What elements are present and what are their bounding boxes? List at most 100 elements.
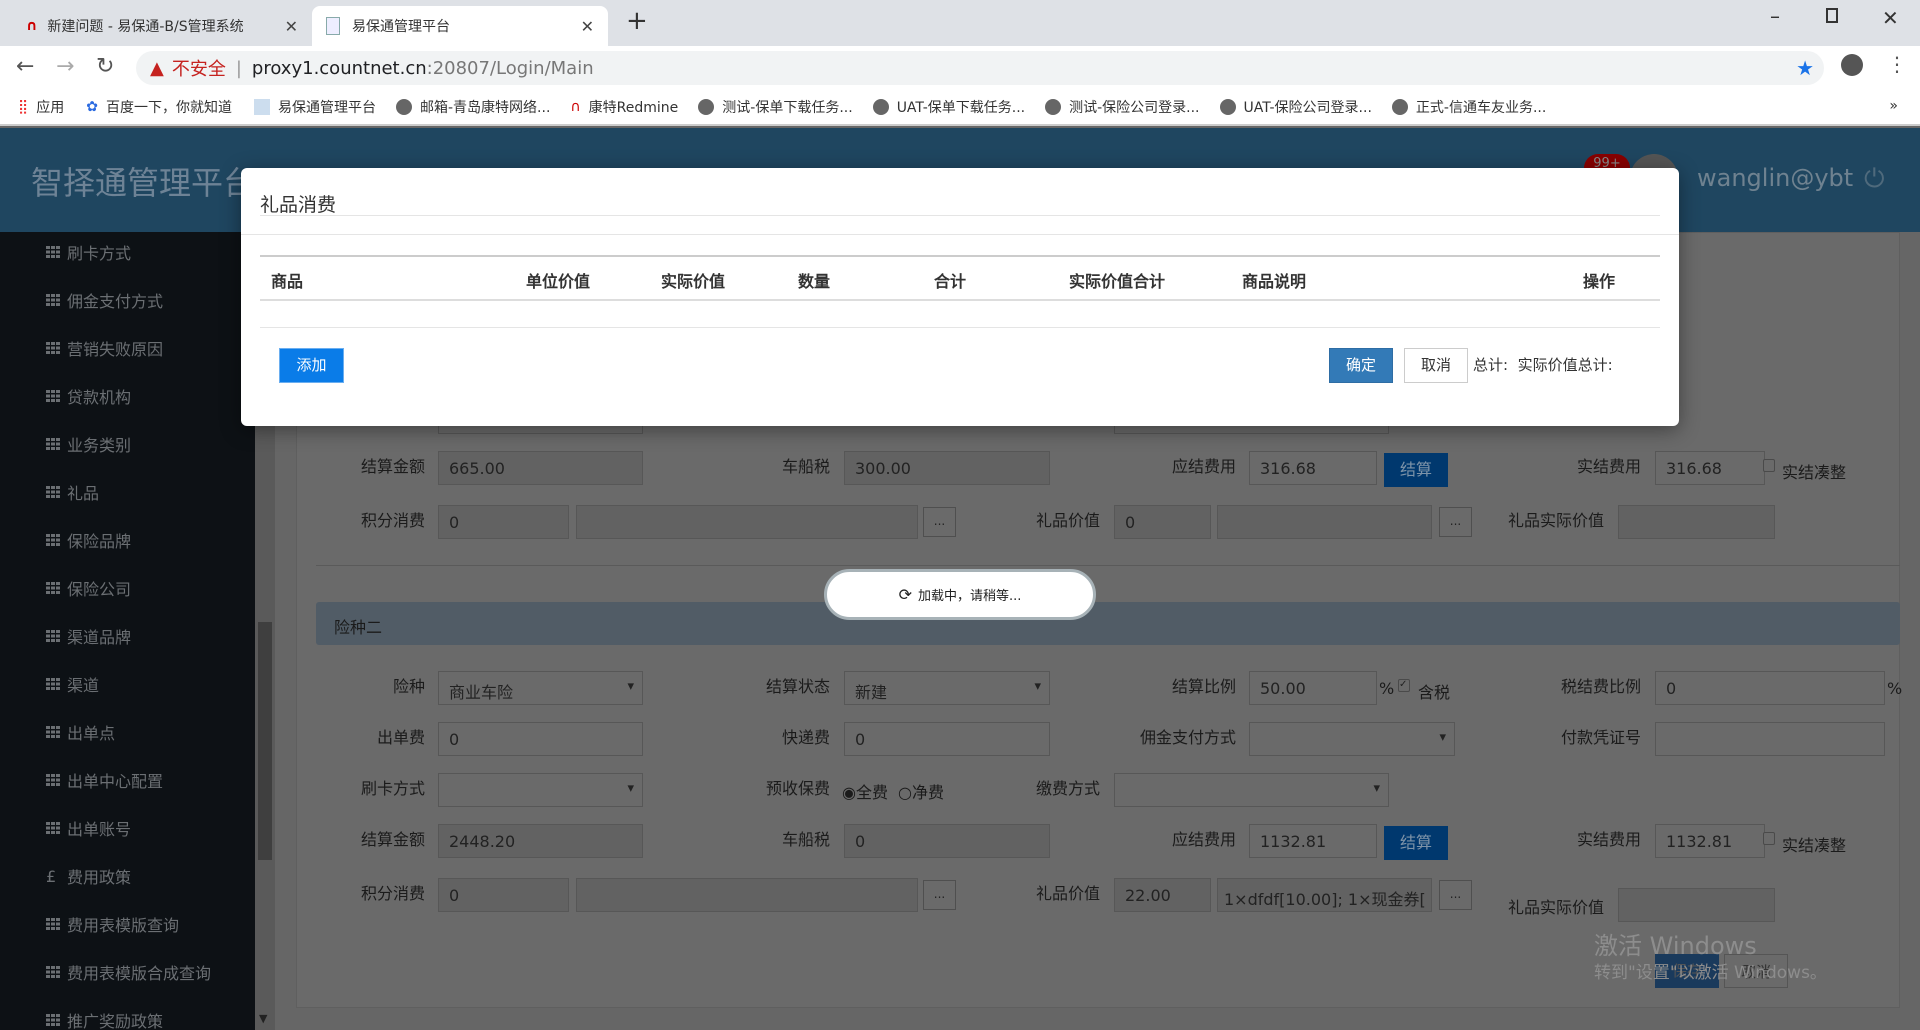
- tab-active[interactable]: 易保通管理平台 ✕: [312, 6, 608, 46]
- status-select[interactable]: 新建: [844, 671, 1050, 705]
- points-desc-input[interactable]: [576, 505, 918, 539]
- add-button[interactable]: 添加: [279, 348, 344, 383]
- vessel-tax-input[interactable]: 0: [844, 824, 1050, 858]
- points-input[interactable]: 0: [438, 505, 569, 539]
- gift-desc-input[interactable]: 1×dfdf[10.00]; 1×现金券[: [1217, 878, 1432, 912]
- back-icon[interactable]: ←: [16, 54, 34, 79]
- grid-icon: [46, 918, 61, 930]
- bookmark[interactable]: 测试-保险公司登录...: [1045, 97, 1199, 117]
- sidebar-item[interactable]: 费用表模版查询: [46, 912, 179, 936]
- gift-value-input[interactable]: 0: [1114, 505, 1211, 539]
- divider: [260, 215, 1660, 216]
- more-bookmarks[interactable]: »: [1889, 98, 1898, 114]
- confirm-button[interactable]: 确定: [1329, 348, 1393, 383]
- sidebar-item[interactable]: 佣金支付方式: [46, 288, 163, 312]
- scrollbar-thumb[interactable]: [258, 622, 272, 860]
- sidebar-item-label: 佣金支付方式: [67, 288, 163, 312]
- username[interactable]: wanglin@ybt: [1697, 164, 1853, 192]
- calculate-button[interactable]: 结算: [1384, 826, 1448, 860]
- close-window-icon[interactable]: ✕: [1882, 6, 1899, 30]
- new-tab-icon[interactable]: +: [626, 6, 648, 36]
- round-checkbox[interactable]: [1763, 459, 1775, 472]
- ratio-input[interactable]: 50.00: [1249, 671, 1377, 705]
- profile-icon[interactable]: [1841, 54, 1863, 76]
- restore-icon[interactable]: [1826, 8, 1838, 23]
- bookmark[interactable]: UAT-保险公司登录...: [1220, 97, 1372, 117]
- sidebar-item[interactable]: 保险公司: [46, 576, 131, 600]
- due-fee-input[interactable]: 316.68: [1249, 451, 1377, 485]
- url-input[interactable]: ▲ 不安全 | proxy1.countnet.cn:20807/Login/M…: [136, 51, 1824, 85]
- bookmark[interactable]: 测试-保单下载任务...: [698, 97, 852, 117]
- sidebar-item[interactable]: 费用表模版合成查询: [46, 960, 211, 984]
- sidebar-item[interactable]: £费用政策: [46, 864, 131, 888]
- voucher-input[interactable]: [1655, 722, 1885, 756]
- sidebar-item[interactable]: 礼品: [46, 480, 99, 504]
- sidebar-item[interactable]: 刷卡方式: [46, 240, 131, 264]
- payment-select[interactable]: [1114, 773, 1389, 807]
- points-input[interactable]: 0: [438, 878, 569, 912]
- forward-icon[interactable]: →: [56, 54, 74, 79]
- actual-fee-input[interactable]: 316.68: [1655, 451, 1765, 485]
- bookmark[interactable]: 正式-信通车友业务...: [1392, 97, 1546, 117]
- label: 险种: [300, 673, 425, 697]
- sidebar-item[interactable]: 保险品牌: [46, 528, 131, 552]
- minimize-icon[interactable]: –: [1770, 4, 1780, 28]
- vessel-tax-input[interactable]: 300.00: [844, 451, 1050, 485]
- points-desc-input[interactable]: [576, 878, 918, 912]
- sidebar-item[interactable]: 出单点: [46, 720, 115, 744]
- prepay-net-radio[interactable]: ○净费: [898, 779, 944, 803]
- apps-icon: ⣿: [18, 99, 28, 115]
- due-fee-input[interactable]: 1132.81: [1249, 824, 1377, 858]
- issue-fee-input[interactable]: 0: [438, 722, 643, 756]
- commission-select[interactable]: [1249, 722, 1455, 756]
- points-picker-button[interactable]: ...: [923, 507, 956, 537]
- settle-amount-input[interactable]: 665.00: [438, 451, 643, 485]
- bookmark[interactable]: 邮箱-青岛康特网络...: [396, 97, 550, 117]
- actual-fee-input[interactable]: 1132.81: [1655, 824, 1765, 858]
- bookmark[interactable]: ✿百度一下，你就知道: [86, 97, 232, 117]
- gift-value-input[interactable]: 22.00: [1114, 878, 1211, 912]
- calculate-button[interactable]: 结算: [1384, 453, 1448, 487]
- gift-actual-input[interactable]: [1618, 505, 1775, 539]
- sidebar-item[interactable]: 推广奖励政策: [46, 1008, 163, 1030]
- tax-ratio-input[interactable]: 0: [1655, 671, 1885, 705]
- bookmark-star-icon[interactable]: ★: [1796, 56, 1814, 80]
- scroll-down-icon[interactable]: ▼: [259, 1012, 267, 1025]
- gift-picker-button[interactable]: ...: [1439, 880, 1472, 910]
- insurance-select[interactable]: 商业车险: [438, 671, 643, 705]
- globe-icon: [396, 99, 412, 115]
- prepay-full-radio[interactable]: ◉全费: [842, 779, 888, 803]
- express-fee-input[interactable]: 0: [844, 722, 1050, 756]
- points-picker-button[interactable]: ...: [923, 880, 956, 910]
- settle-amount-input[interactable]: 2448.20: [438, 824, 643, 858]
- bookmark[interactable]: ∩康特Redmine: [570, 97, 678, 117]
- sidebar-item[interactable]: 贷款机构: [46, 384, 131, 408]
- close-tab-icon[interactable]: ✕: [285, 17, 298, 36]
- card-select[interactable]: [438, 773, 643, 807]
- gift-desc-input[interactable]: [1217, 505, 1432, 539]
- sidebar-item-label: 出单点: [67, 720, 115, 744]
- sidebar-item[interactable]: 营销失败原因: [46, 336, 163, 360]
- sidebar-item[interactable]: 业务类别: [46, 432, 131, 456]
- sidebar-item[interactable]: 出单中心配置: [46, 768, 163, 792]
- logout-icon[interactable]: ⏻: [1864, 164, 1885, 195]
- bookmark[interactable]: 易保通管理平台: [254, 97, 376, 117]
- sidebar-item[interactable]: 出单账号: [46, 816, 131, 840]
- column-header: 数量: [798, 268, 830, 292]
- tax-included-checkbox[interactable]: ✓: [1398, 679, 1410, 692]
- gift-picker-button[interactable]: ...: [1439, 507, 1472, 537]
- bookmark[interactable]: ⣿应用: [18, 97, 64, 117]
- close-tab-icon[interactable]: ✕: [581, 17, 594, 36]
- menu-icon[interactable]: ⋮: [1887, 52, 1907, 76]
- tab-redmine[interactable]: ∩ 新建问题 - 易保通-B/S管理系统 ✕: [12, 6, 312, 46]
- round-checkbox[interactable]: [1763, 832, 1775, 845]
- gift-actual-input[interactable]: [1618, 888, 1775, 922]
- sidebar-item[interactable]: 渠道品牌: [46, 624, 131, 648]
- bookmark[interactable]: UAT-保单下载任务...: [873, 97, 1025, 117]
- reload-icon[interactable]: ↻: [96, 54, 114, 79]
- grid-icon: [46, 246, 61, 258]
- cancel-button[interactable]: 取消: [1404, 348, 1468, 383]
- sidebar-item[interactable]: 渠道: [46, 672, 99, 696]
- sidebar-item-label: 渠道品牌: [67, 624, 131, 648]
- label: 礼品实际价值: [1480, 507, 1604, 531]
